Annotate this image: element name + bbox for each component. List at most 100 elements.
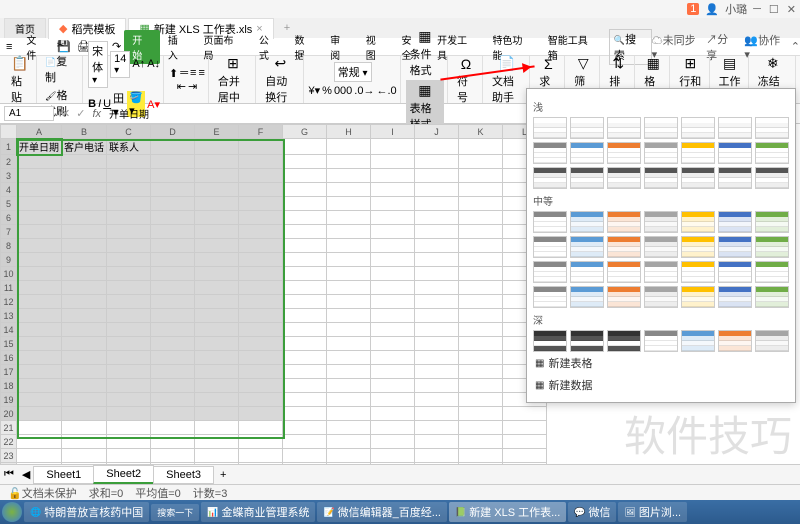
style-thumb[interactable]: [607, 211, 641, 233]
style-thumb[interactable]: [570, 286, 604, 308]
style-thumb[interactable]: [607, 117, 641, 139]
tb-app1[interactable]: 📊金蝶商业管理系统: [201, 502, 315, 522]
style-thumb[interactable]: [755, 211, 789, 233]
paste-button[interactable]: 📋粘贴: [7, 53, 33, 107]
style-thumb[interactable]: [644, 286, 678, 308]
start-button[interactable]: [2, 502, 22, 522]
style-thumb[interactable]: [607, 167, 641, 189]
currency-icon[interactable]: ¥▾: [309, 84, 321, 97]
style-thumb[interactable]: [607, 236, 641, 258]
tab-nav-prev[interactable]: ◀: [18, 468, 34, 481]
new-table-link[interactable]: ▦ 新建表格: [533, 352, 789, 374]
protect-status[interactable]: 🔓文档未保护: [8, 485, 77, 501]
tb-wps[interactable]: 📗新建 XLS 工作表...: [449, 502, 566, 522]
cancel-icon[interactable]: ✕: [58, 107, 73, 120]
style-thumb[interactable]: [718, 167, 752, 189]
style-thumb[interactable]: [681, 117, 715, 139]
style-thumb[interactable]: [607, 142, 641, 164]
style-thumb[interactable]: [718, 236, 752, 258]
close-icon[interactable]: ✕: [787, 3, 796, 16]
style-thumb[interactable]: [644, 167, 678, 189]
style-thumb[interactable]: [533, 167, 567, 189]
sheet-tab-3[interactable]: Sheet3: [153, 466, 214, 484]
style-thumb[interactable]: [755, 142, 789, 164]
style-thumb[interactable]: [755, 117, 789, 139]
collapse-ribbon-icon[interactable]: ⌃: [791, 40, 800, 53]
name-box[interactable]: [4, 106, 54, 121]
style-thumb[interactable]: [755, 286, 789, 308]
style-thumb[interactable]: [607, 286, 641, 308]
doc-helper-button[interactable]: 📄文档助手: [488, 53, 526, 107]
style-thumb[interactable]: [570, 330, 604, 352]
style-thumb[interactable]: [644, 211, 678, 233]
style-thumb[interactable]: [644, 117, 678, 139]
size-select[interactable]: 14 ▾: [110, 51, 130, 78]
min-icon[interactable]: ─: [753, 3, 761, 16]
condfmt-button[interactable]: ▦条件格式: [406, 26, 444, 80]
style-thumb[interactable]: [681, 167, 715, 189]
style-thumb[interactable]: [718, 117, 752, 139]
merge-button[interactable]: ⊞合并居中: [214, 53, 252, 107]
cut-button[interactable]: ✂: [54, 39, 68, 52]
style-thumb[interactable]: [570, 167, 604, 189]
style-thumb[interactable]: [533, 330, 567, 352]
style-thumb[interactable]: [644, 142, 678, 164]
user-avatar[interactable]: 👤: [705, 3, 719, 16]
align-mid-icon[interactable]: ═: [180, 67, 188, 79]
sheet-tab-1[interactable]: Sheet1: [33, 466, 94, 484]
indent-inc-icon[interactable]: ⇥: [188, 80, 197, 93]
style-thumb[interactable]: [755, 167, 789, 189]
style-thumb[interactable]: [681, 286, 715, 308]
style-thumb[interactable]: [607, 330, 641, 352]
style-thumb[interactable]: [644, 261, 678, 283]
add-sheet[interactable]: +: [214, 469, 232, 481]
style-thumb[interactable]: [755, 261, 789, 283]
max-icon[interactable]: ☐: [769, 3, 779, 16]
spreadsheet-grid[interactable]: ABCDEFGHIJKL 1开单日期客户电话联系人 2 3 4 5 6 7 8 …: [0, 124, 547, 464]
decrease-font-icon[interactable]: A↓: [147, 58, 160, 70]
tab-nav-first[interactable]: ⏮: [0, 468, 18, 481]
style-thumb[interactable]: [681, 236, 715, 258]
style-thumb[interactable]: [755, 330, 789, 352]
style-thumb[interactable]: [718, 330, 752, 352]
style-thumb[interactable]: [570, 117, 604, 139]
style-thumb[interactable]: [718, 211, 752, 233]
style-thumb[interactable]: [718, 142, 752, 164]
new-data-link[interactable]: ▦ 新建数据: [533, 374, 789, 396]
style-thumb[interactable]: [718, 261, 752, 283]
style-thumb[interactable]: [533, 236, 567, 258]
sheet-tab-2[interactable]: Sheet2: [93, 465, 154, 484]
tb-img[interactable]: 🖼图片浏...: [618, 502, 687, 522]
style-thumb[interactable]: [570, 236, 604, 258]
align-center-icon[interactable]: ≡: [198, 67, 204, 79]
style-thumb[interactable]: [607, 261, 641, 283]
style-thumb[interactable]: [718, 286, 752, 308]
tb-wechat[interactable]: 💬微信: [568, 502, 616, 522]
style-thumb[interactable]: [533, 117, 567, 139]
copy-button[interactable]: 📄复制: [42, 52, 79, 86]
style-thumb[interactable]: [681, 211, 715, 233]
wrap-button[interactable]: ↩自动换行: [261, 53, 299, 107]
fx-icon[interactable]: fx: [88, 108, 105, 120]
indent-dec-icon[interactable]: ⇤: [177, 80, 186, 93]
comma-icon[interactable]: 000: [334, 85, 352, 97]
menu-icon[interactable]: ≡: [0, 41, 18, 53]
style-thumb[interactable]: [644, 236, 678, 258]
tab-template[interactable]: ◆稻壳模板: [48, 18, 126, 39]
style-thumb[interactable]: [570, 211, 604, 233]
tb-browser[interactable]: 🌐特朗普放言核药中国: [24, 502, 149, 522]
style-thumb[interactable]: [755, 236, 789, 258]
style-thumb[interactable]: [533, 286, 567, 308]
style-thumb[interactable]: [533, 142, 567, 164]
font-select[interactable]: 宋体 ▾: [88, 41, 108, 88]
style-thumb[interactable]: [644, 330, 678, 352]
percent-icon[interactable]: %: [322, 85, 332, 97]
align-top-icon[interactable]: ⬆: [169, 67, 178, 80]
dec-inc-icon[interactable]: .0→: [354, 85, 374, 97]
dec-dec-icon[interactable]: ←.0: [376, 85, 396, 97]
confirm-icon[interactable]: ✓: [73, 107, 88, 120]
tb-search[interactable]: 搜索一下: [151, 504, 199, 521]
style-thumb[interactable]: [681, 261, 715, 283]
style-thumb[interactable]: [681, 142, 715, 164]
tb-app2[interactable]: 📝微信编辑器_百度经...: [317, 502, 447, 522]
